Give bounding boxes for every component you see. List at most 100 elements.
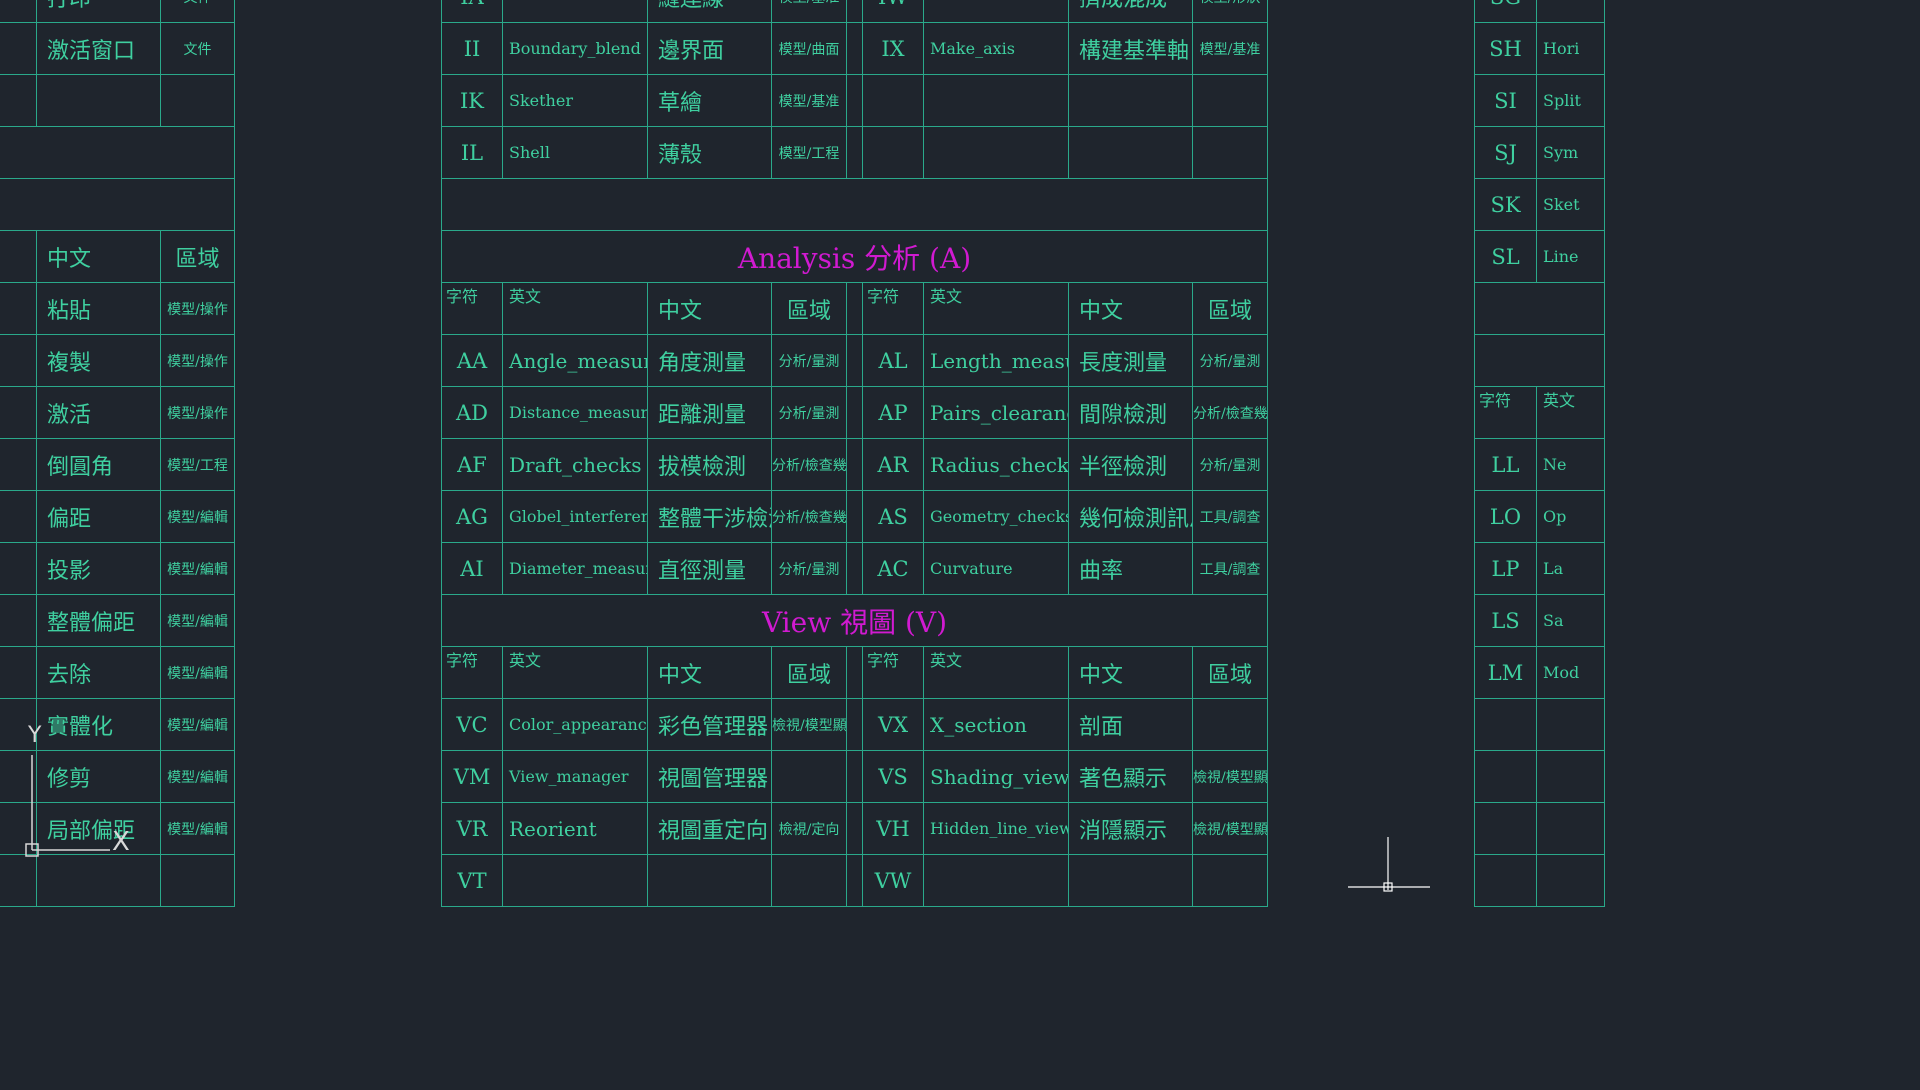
english-cell bbox=[923, 74, 1069, 127]
crosshair-cursor-icon bbox=[1348, 837, 1430, 892]
region-cell: 檢視/模型顯示 bbox=[1192, 802, 1268, 855]
english-cell: Color_appearance bbox=[502, 698, 648, 751]
chinese-cell bbox=[1068, 126, 1193, 179]
table-row: 粘貼 模型/操作 bbox=[0, 282, 235, 335]
english-cell: Shell bbox=[502, 126, 648, 179]
command-code-cell: SG bbox=[1474, 0, 1537, 23]
english-cell: Pairs_clearance bbox=[923, 386, 1069, 439]
english-cell: Split bbox=[1536, 74, 1605, 127]
english-cell bbox=[0, 282, 37, 335]
empty-cell bbox=[1474, 334, 1605, 387]
ucs-y-label: Y bbox=[27, 723, 42, 748]
chinese-cell: 長度測量 bbox=[1068, 334, 1193, 387]
command-code-cell: AP bbox=[862, 386, 924, 439]
right-command-table: SGSHHoriSISplitSJSymSKSketSLLine 字符英文LLNe… bbox=[1474, 0, 1605, 907]
table-header-row: 字符 英文 中文 區域 字符 英文 中文 區域 bbox=[441, 282, 1268, 335]
region-cell: 模型/操作 bbox=[160, 334, 235, 387]
english-cell: Line bbox=[1536, 230, 1605, 283]
column-gap bbox=[846, 282, 863, 335]
region-cell: 模型/基准 bbox=[771, 74, 847, 127]
command-code-cell: VW bbox=[862, 854, 924, 907]
table-row: LL Ne bbox=[1474, 438, 1605, 491]
table-row: IK Skether 草繪 模型/基准 bbox=[441, 74, 1268, 127]
table-row: 激活窗口 文件 bbox=[0, 22, 235, 75]
chinese-cell bbox=[647, 854, 772, 907]
region-cell: 工具/調查 bbox=[1192, 490, 1268, 543]
command-code-cell: IW bbox=[862, 0, 924, 23]
header-region-left: 區域 bbox=[771, 646, 847, 699]
english-cell: Sym bbox=[1536, 126, 1605, 179]
region-cell: 分析/檢查幾何 bbox=[771, 438, 847, 491]
table-row: LO Op bbox=[1474, 490, 1605, 543]
header-chinese-left: 中文 bbox=[647, 282, 772, 335]
chinese-cell: 視圖重定向 bbox=[647, 802, 772, 855]
header-chinese-right: 中文 bbox=[1068, 646, 1193, 699]
region-cell: 分析/量測 bbox=[1192, 438, 1268, 491]
section-title-row: Analysis 分析 (A) bbox=[441, 230, 1268, 283]
region-cell: 模型/操作 bbox=[160, 386, 235, 439]
english-cell: Sa bbox=[1536, 594, 1605, 647]
command-code-cell: VH bbox=[862, 802, 924, 855]
chinese-cell: 剖面 bbox=[1068, 698, 1193, 751]
chinese-cell: 邊界面 bbox=[647, 22, 772, 75]
table-row: 投影 模型/編輯 bbox=[0, 542, 235, 595]
command-code-cell bbox=[1474, 750, 1537, 803]
header-chinese-right: 中文 bbox=[1068, 282, 1193, 335]
header-region-right: 區域 bbox=[1192, 646, 1268, 699]
region-cell: 模型/曲面 bbox=[771, 22, 847, 75]
table-row: VM View_manager 視圖管理器 VS Shading_view 著色顯示 檢視/… bbox=[441, 750, 1268, 803]
command-code-cell: AG bbox=[441, 490, 503, 543]
empty-cell bbox=[1474, 282, 1605, 335]
command-code-cell: SJ bbox=[1474, 126, 1537, 179]
command-code-cell: AI bbox=[441, 542, 503, 595]
english-cell: 英文 bbox=[1536, 386, 1605, 439]
chinese-cell: 幾何檢測訊息 bbox=[1068, 490, 1193, 543]
region-cell: 模型/形狀 bbox=[1192, 0, 1268, 23]
region-cell: 模型/基准 bbox=[1192, 22, 1268, 75]
english-cell: Curvature bbox=[923, 542, 1069, 595]
section-title: View 視圖 (V) bbox=[441, 594, 1268, 647]
chinese-cell: 曲率 bbox=[1068, 542, 1193, 595]
chinese-cell: 複製 bbox=[36, 334, 161, 387]
table-row: VCColor_appearance彩色管理器檢視/模型顯示 VXX_sectio… bbox=[441, 698, 1268, 751]
region-cell: 分析/檢查幾何 bbox=[1192, 386, 1268, 439]
table-row: VT VW bbox=[441, 854, 1268, 907]
region-cell: 檢視/模型顯示 bbox=[771, 698, 847, 751]
command-code-cell: II bbox=[441, 22, 503, 75]
header-english-left: 英文 bbox=[502, 282, 648, 335]
header-region-left: 區域 bbox=[771, 282, 847, 335]
header-english-left: 英文 bbox=[502, 646, 648, 699]
chinese-cell: 投影 bbox=[36, 542, 161, 595]
command-code-cell: SI bbox=[1474, 74, 1537, 127]
column-gap bbox=[846, 386, 863, 439]
command-code-cell bbox=[862, 126, 924, 179]
table-row bbox=[0, 74, 235, 127]
command-code-cell: VX bbox=[862, 698, 924, 751]
table-row: SK Sket bbox=[1474, 178, 1605, 231]
empty-cell bbox=[0, 178, 235, 231]
chinese-cell: 直徑測量 bbox=[647, 542, 772, 595]
region-cell bbox=[1192, 126, 1268, 179]
command-code-cell: VR bbox=[441, 802, 503, 855]
english-cell: Globel_interference bbox=[502, 490, 648, 543]
table-row: LP La bbox=[1474, 542, 1605, 595]
english-cell bbox=[0, 74, 37, 127]
english-cell: Length_measure bbox=[923, 334, 1069, 387]
column-gap bbox=[846, 74, 863, 127]
region-cell: 模型/編輯 bbox=[160, 802, 235, 855]
english-cell bbox=[0, 386, 37, 439]
table-row: AD Distance_measure 距離測量 分析/量測 AP Pairs_clear… bbox=[441, 386, 1268, 439]
english-cell bbox=[0, 22, 37, 75]
chinese-cell: 中文 bbox=[36, 230, 161, 283]
column-gap bbox=[846, 334, 863, 387]
table-row: 倒圓角 模型/工程 bbox=[0, 438, 235, 491]
english-cell bbox=[923, 126, 1069, 179]
table-row: SG bbox=[1474, 0, 1605, 23]
english-cell bbox=[923, 0, 1069, 23]
table-row: 去除 模型/編輯 bbox=[0, 646, 235, 699]
command-code-cell: AF bbox=[441, 438, 503, 491]
region-cell: 分析/量測 bbox=[1192, 334, 1268, 387]
column-gap bbox=[846, 750, 863, 803]
region-cell: 分析/量測 bbox=[771, 334, 847, 387]
command-code-cell bbox=[1474, 802, 1537, 855]
